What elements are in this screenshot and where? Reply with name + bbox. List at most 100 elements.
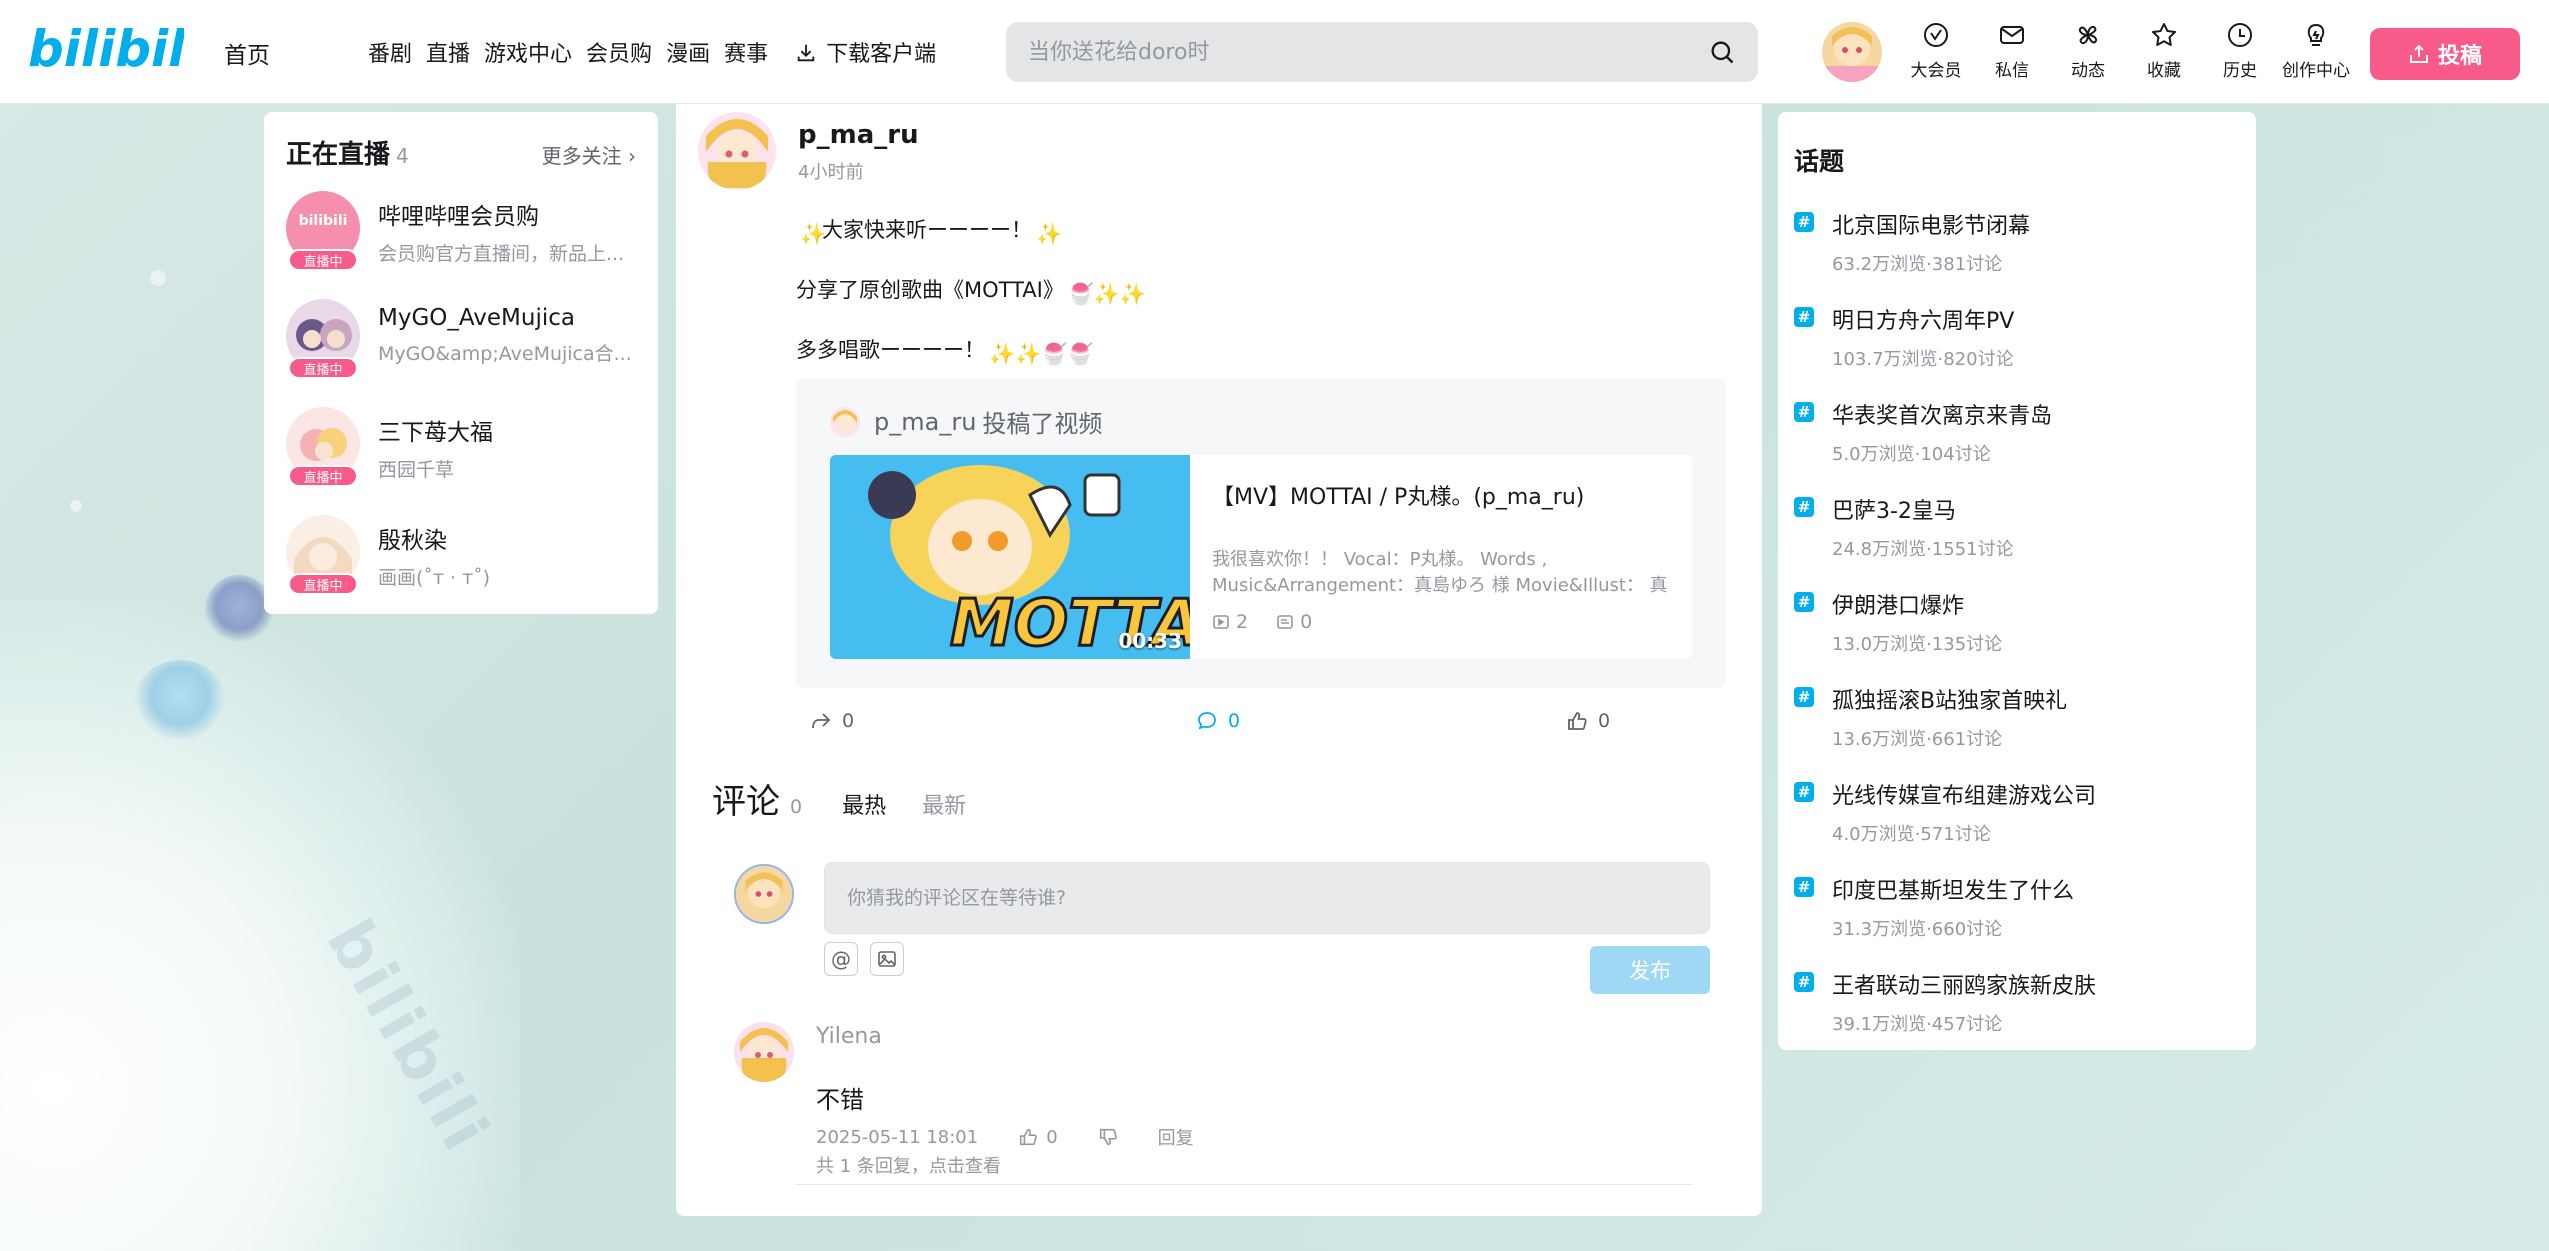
nav-esports[interactable]: 赛事 [724,36,768,68]
repost-avatar[interactable] [830,406,860,437]
hashtag-icon: # [1794,212,1814,232]
download-icon [797,44,815,62]
post-content: ✨大家快来听ーーーー！ ✨ 分享了原创歌曲《MOTTAI》 🍧✨✨ 多多唱歌ーーーー… [796,214,1147,394]
nav-mall[interactable]: 会员购 [586,36,652,68]
topic-item[interactable]: # 光线传媒宣布组建游戏公司 4.0万浏览·571讨论 [1794,778,2240,845]
favorite-button[interactable]: 收藏 [2126,20,2202,81]
message-button[interactable]: 私信 [1974,20,2050,81]
hashtag-icon: # [1794,782,1814,802]
reply-button[interactable]: 回复 [1158,1124,1194,1150]
hashtag-icon: # [1794,972,1814,992]
divider [796,1184,1692,1185]
video-desc: 我很喜欢你！！ Vocal：P丸様。 Words , Music&Arrange… [1212,549,1668,596]
creator-center-button[interactable]: 创作中心 [2278,20,2354,81]
like-button[interactable]: 0 [1566,710,1610,732]
topic-item[interactable]: # 孤独摇滚B站独家首映礼 13.6万浏览·661讨论 [1794,683,2240,750]
tab-hot[interactable]: 最热 [842,788,886,820]
topic-item[interactable]: # 明日方舟六周年PV 103.7万浏览·820讨论 [1794,303,2240,370]
topic-stat: 24.8万浏览·1551讨论 [1832,539,2014,560]
star-icon [2152,23,2176,46]
topic-stat: 13.0万浏览·135讨论 [1832,634,2003,655]
topic-item[interactable]: # 北京国际电影节闭幕 63.2万浏览·381讨论 [1794,208,2240,275]
topic-item[interactable]: # 华表奖首次离京来青岛 5.0万浏览·104讨论 [1794,398,2240,465]
repost-author[interactable]: p_ma_ru [874,408,976,436]
upload-label: 投稿 [2437,44,2482,69]
comment-count: 0 [790,796,803,818]
comment-input[interactable] [824,862,1710,934]
video-card[interactable]: MOTTAI 00:33 【MV】MOTTAI / P丸様。(p_ma_ru) … [830,455,1692,659]
live-desc: MyGO&amp;AveMujica合... [378,343,632,365]
live-badge: 直播中 [288,357,358,379]
my-avatar [734,864,794,924]
more-follow-link[interactable]: 更多关注 › [542,140,636,169]
comment-title: 评论 [712,782,780,822]
background-bubble [70,500,82,512]
nav-live[interactable]: 直播 [426,36,470,68]
history-button[interactable]: 历史 [2202,20,2278,81]
live-item[interactable]: 直播中 MyGO_AveMujica MyGO&amp;AveMujica合... [286,299,636,379]
live-item[interactable]: 直播中 三下苺大福 西园千草 [286,407,636,487]
reply-meta: 2025-05-11 18:01 0 回复 [816,1124,1234,1150]
comment-button[interactable]: 0 [1196,710,1240,732]
tab-new[interactable]: 最新 [922,788,966,820]
live-desc: 会员购官方直播间，新品上... [378,243,625,265]
live-desc: 画画(˚т · т˚) [378,567,491,589]
topic-item[interactable]: # 王者联动三丽鸥家族新皮肤 39.1万浏览·457讨论 [1794,968,2240,1035]
dynamic-button[interactable]: 动态 [2050,20,2126,81]
favorite-label: 收藏 [2147,61,2181,81]
upload-button[interactable]: 投稿 [2370,28,2520,80]
video-stats: 2 0 [1212,611,1670,633]
hashtag-icon: # [1794,877,1814,897]
creator-center-label: 创作中心 [2282,61,2350,81]
topic-item[interactable]: # 巴萨3-2皇马 24.8万浏览·1551讨论 [1794,493,2240,560]
reply-username[interactable]: Yilena [816,1024,882,1049]
vip-icon [1924,23,1948,47]
topic-stat: 39.1万浏览·457讨论 [1832,1014,2003,1035]
dessert-icon: 🍧 [1067,282,1095,306]
video-repost-box: p_ma_ru投稿了视频 MOTTAI 00:33 【MV】MOTTAI [796,378,1726,688]
live-item[interactable]: 直播中 殷秋染 画画(˚т · т˚) [286,515,636,595]
topic-item[interactable]: # 伊朗港口爆炸 13.0万浏览·135讨论 [1794,588,2240,655]
repost-header: p_ma_ru 投稿了视频 [830,404,1692,439]
topic-stat: 5.0万浏览·104讨论 [1832,444,1991,465]
reply-text: 不错 [816,1086,864,1114]
nav-home[interactable]: 首页 [224,36,270,70]
view-replies-link[interactable]: 共 1 条回复，点击查看 [816,1152,1001,1178]
share-button[interactable]: 0 [810,710,854,732]
search-input[interactable] [1028,39,1708,65]
live-badge: 直播中 [288,465,358,487]
user-avatar[interactable] [1822,22,1882,82]
nav-manga[interactable]: 漫画 [666,36,710,68]
bulb-icon [2307,23,2325,46]
reply-like-button[interactable]: 0 [1018,1127,1058,1148]
video-thumbnail[interactable]: MOTTAI 00:33 [830,455,1190,659]
topic-item[interactable]: # 印度巴基斯坦发生了什么 31.3万浏览·660讨论 [1794,873,2240,940]
search-icon[interactable] [1708,38,1736,66]
comment-icon [1198,712,1216,730]
bilibili-logo[interactable]: bilibili [28,14,184,80]
nav-download[interactable]: 下载客户端 [794,36,936,68]
post-author-name[interactable]: p_ma_ru [798,120,919,150]
message-label: 私信 [1995,61,2029,81]
post-author-avatar[interactable] [698,112,776,190]
vip-button[interactable]: 大会员 [1898,20,1974,81]
topic-name: 孤独摇滚B站独家首映礼 [1832,689,2068,714]
share-icon [812,713,831,729]
post-line: 多多唱歌ーーーー！ ✨✨🍧🍧 [796,338,1094,366]
live-name: 哔哩哔哩会员购 [378,204,539,230]
reply-avatar[interactable] [734,1022,794,1082]
video-title[interactable]: 【MV】MOTTAI / P丸様。(p_ma_ru) [1212,479,1670,511]
message-icon [2000,26,2024,44]
nav-anime[interactable]: 番剧 [368,36,412,68]
image-button[interactable] [870,942,904,976]
live-badge: 直播中 [288,249,358,271]
play-icon [1213,615,1229,629]
video-duration: 00:33 [1118,629,1182,653]
nav-game-center[interactable]: 游戏中心 [484,36,572,68]
live-item[interactable]: bilibili 直播中 哔哩哔哩会员购 会员购官方直播间，新品上... [286,191,636,271]
sparkle-icon: ✨ [1119,282,1147,306]
at-button[interactable]: @ [824,942,858,976]
publish-button[interactable]: 发布 [1590,946,1710,994]
reply-dislike-button[interactable] [1098,1127,1118,1147]
live-desc: 西园千草 [378,459,455,481]
